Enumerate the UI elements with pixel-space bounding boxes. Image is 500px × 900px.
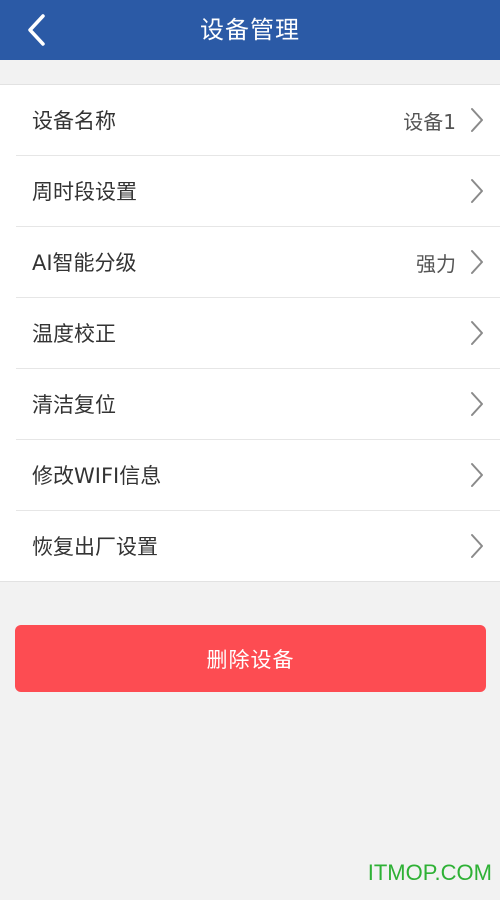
chevron-right-icon [470,391,484,417]
list-item-label: 恢复出厂设置 [32,535,158,559]
list-item-weekly-schedule[interactable]: 周时段设置 [16,156,500,227]
app-header: 设备管理 [0,0,500,60]
list-item-label: 设备名称 [32,109,116,133]
delete-device-button[interactable]: 删除设备 [15,625,486,692]
settings-list: 设备名称 设备1 周时段设置 AI智能分级 强力 温度校正 清洁复位 修改WIF… [0,84,500,582]
chevron-right-icon [470,178,484,204]
list-item-label: 修改WIFI信息 [32,464,162,488]
list-item-factory-reset[interactable]: 恢复出厂设置 [16,511,500,581]
list-item-wifi-settings[interactable]: 修改WIFI信息 [16,440,500,511]
list-item-temperature-calibration[interactable]: 温度校正 [16,298,500,369]
chevron-right-icon [470,107,484,133]
list-item-label: AI智能分级 [32,251,137,275]
list-item-value: 设备1 [403,109,456,134]
list-item-clean-reset[interactable]: 清洁复位 [16,369,500,440]
chevron-right-icon [470,533,484,559]
watermark-logo: ITMOP.COM [367,860,492,885]
list-item-label: 周时段设置 [32,180,137,204]
list-item-label: 温度校正 [32,322,116,346]
page-title: 设备管理 [200,16,300,44]
list-item-value: 强力 [416,251,456,276]
chevron-right-icon [470,249,484,275]
chevron-right-icon [470,462,484,488]
list-item-ai-level[interactable]: AI智能分级 强力 [16,227,500,298]
chevron-right-icon [470,320,484,346]
list-item-device-name[interactable]: 设备名称 设备1 [16,85,500,156]
list-item-label: 清洁复位 [32,393,116,417]
